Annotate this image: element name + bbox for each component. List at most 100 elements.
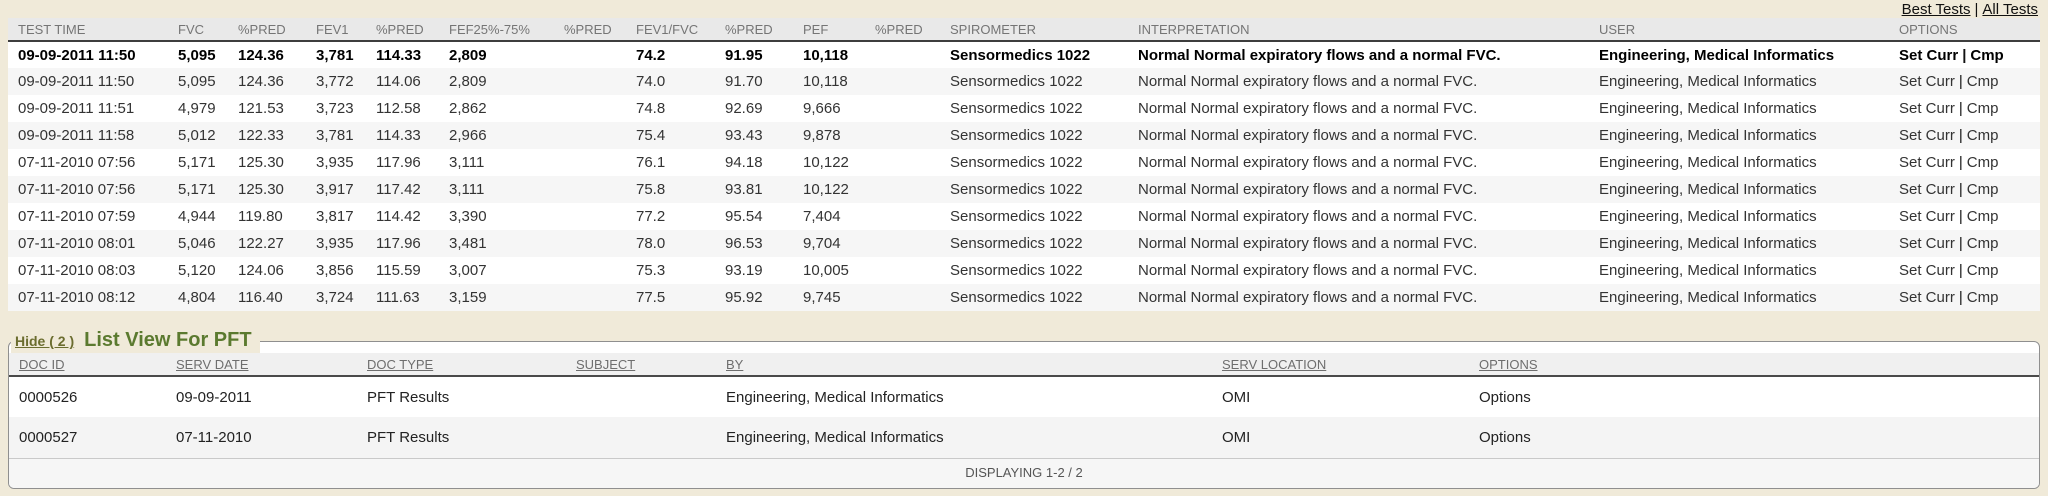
cell-fev1-fvc-pred: 93.81	[715, 176, 793, 203]
cmp-link[interactable]: Cmp	[1967, 154, 1999, 171]
doc-column-sort-link[interactable]: SERV LOCATION	[1222, 357, 1326, 372]
cell-pef: 9,745	[793, 284, 865, 311]
set-curr-link[interactable]: Set Curr	[1899, 47, 1958, 64]
cell-interpretation: Normal Normal expiratory flows and a nor…	[1128, 95, 1589, 122]
cell-fev1-pred: 117.96	[366, 230, 439, 257]
cmp-link[interactable]: Cmp	[1967, 235, 1999, 252]
cell-test-time: 09-09-2011 11:50	[8, 68, 168, 95]
cell-fev1-fvc-pred: 96.53	[715, 230, 793, 257]
set-curr-link[interactable]: Set Curr	[1899, 262, 1955, 279]
doc-column-sort-link[interactable]: OPTIONS	[1479, 357, 1538, 372]
cell-fev1-pred: 117.96	[366, 149, 439, 176]
cell-by: Engineering, Medical Informatics	[716, 376, 1212, 417]
cmp-link[interactable]: Cmp	[1967, 100, 1999, 117]
cell-doc-id: 0000527	[9, 417, 166, 458]
cell-fev1: 3,781	[306, 122, 366, 149]
cell-options: Set Curr|Cmp	[1889, 284, 2040, 311]
cell-fef25-75: 2,966	[439, 122, 554, 149]
cell-user: Engineering, Medical Informatics	[1589, 149, 1889, 176]
doc-options-link[interactable]: Options	[1479, 389, 1531, 406]
cell-pef-pred	[865, 284, 940, 311]
cell-options: Set Curr|Cmp	[1889, 122, 2040, 149]
cell-pef: 10,122	[793, 149, 865, 176]
cell-fef25-75: 3,390	[439, 203, 554, 230]
doc-column-sort-link[interactable]: DOC ID	[19, 357, 65, 372]
all-tests-link[interactable]: All Tests	[1982, 1, 2038, 18]
doc-column-sort-link[interactable]: BY	[726, 357, 743, 372]
cell-fev1-fvc-pred: 92.69	[715, 95, 793, 122]
cell-pef: 9,666	[793, 95, 865, 122]
cell-fev1-pred: 117.42	[366, 176, 439, 203]
cmp-link[interactable]: Cmp	[1970, 47, 2003, 64]
cell-fvc-pred: 124.06	[228, 257, 306, 284]
cell-subject	[566, 376, 716, 417]
cmp-link[interactable]: Cmp	[1967, 208, 1999, 225]
set-curr-link[interactable]: Set Curr	[1899, 181, 1955, 198]
pft-column-header: %PRED	[554, 18, 626, 41]
doc-options-link[interactable]: Options	[1479, 429, 1531, 446]
cell-pef-pred	[865, 95, 940, 122]
cell-fev1-fvc-pred: 93.19	[715, 257, 793, 284]
pft-column-header: %PRED	[366, 18, 439, 41]
cell-pef: 9,878	[793, 122, 865, 149]
doc-column-sort-link[interactable]: SUBJECT	[576, 357, 635, 372]
cell-test-time: 07-11-2010 08:01	[8, 230, 168, 257]
cell-fvc: 5,171	[168, 176, 228, 203]
cell-fev1-fvc-pred: 93.43	[715, 122, 793, 149]
doc-column-header: DOC ID	[9, 353, 166, 376]
cell-user: Engineering, Medical Informatics	[1589, 230, 1889, 257]
pft-table-body: 09-09-2011 11:50 5,095 124.36 3,781 114.…	[8, 41, 2040, 311]
cell-fev1-pred: 114.33	[366, 41, 439, 68]
cmp-link[interactable]: Cmp	[1967, 262, 1999, 279]
cell-pef: 10,118	[793, 41, 865, 68]
cell-doc-type: PFT Results	[357, 376, 566, 417]
set-curr-link[interactable]: Set Curr	[1899, 127, 1955, 144]
pft-table-header: TEST TIMEFVC%PREDFEV1%PREDFEF25%-75%%PRE…	[8, 18, 2040, 41]
cell-fvc: 5,171	[168, 149, 228, 176]
pft-column-header: FEF25%-75%	[439, 18, 554, 41]
cmp-link[interactable]: Cmp	[1967, 181, 1999, 198]
hide-link[interactable]: Hide ( 2 )	[15, 333, 74, 349]
pft-column-header: FEV1/FVC	[626, 18, 715, 41]
cell-fef-pred	[554, 41, 626, 68]
cell-fvc-pred: 116.40	[228, 284, 306, 311]
cell-interpretation: Normal Normal expiratory flows and a nor…	[1128, 41, 1589, 68]
cell-fev1: 3,724	[306, 284, 366, 311]
cell-options: Set Curr|Cmp	[1889, 95, 2040, 122]
cell-pef: 10,122	[793, 176, 865, 203]
cell-fev1-pred: 115.59	[366, 257, 439, 284]
set-curr-link[interactable]: Set Curr	[1899, 289, 1955, 306]
set-curr-link[interactable]: Set Curr	[1899, 73, 1955, 90]
cell-fev1-fvc: 76.1	[626, 149, 715, 176]
set-curr-link[interactable]: Set Curr	[1899, 154, 1955, 171]
cell-fev1-fvc: 77.2	[626, 203, 715, 230]
cell-test-time: 07-11-2010 07:56	[8, 176, 168, 203]
options-separator: |	[1955, 208, 1967, 225]
cell-fvc: 5,046	[168, 230, 228, 257]
doc-column-sort-link[interactable]: DOC TYPE	[367, 357, 433, 372]
best-tests-link[interactable]: Best Tests	[1902, 1, 1971, 18]
cell-fef-pred	[554, 230, 626, 257]
doc-column-header: DOC TYPE	[357, 353, 566, 376]
cell-fef25-75: 3,481	[439, 230, 554, 257]
cell-fev1-pred: 112.58	[366, 95, 439, 122]
cmp-link[interactable]: Cmp	[1967, 73, 1999, 90]
cell-fev1: 3,781	[306, 41, 366, 68]
cell-pef-pred	[865, 122, 940, 149]
set-curr-link[interactable]: Set Curr	[1899, 100, 1955, 117]
cell-fef25-75: 3,159	[439, 284, 554, 311]
set-curr-link[interactable]: Set Curr	[1899, 235, 1955, 252]
options-separator: |	[1955, 235, 1967, 252]
cell-fef-pred	[554, 149, 626, 176]
cell-fvc-pred: 122.27	[228, 230, 306, 257]
cell-fvc: 5,012	[168, 122, 228, 149]
cell-fev1: 3,723	[306, 95, 366, 122]
cmp-link[interactable]: Cmp	[1967, 127, 1999, 144]
set-curr-link[interactable]: Set Curr	[1899, 208, 1955, 225]
cell-interpretation: Normal Normal expiratory flows and a nor…	[1128, 176, 1589, 203]
options-separator: |	[1955, 289, 1967, 306]
cell-test-time: 07-11-2010 08:03	[8, 257, 168, 284]
doc-column-sort-link[interactable]: SERV DATE	[176, 357, 248, 372]
cmp-link[interactable]: Cmp	[1967, 289, 1999, 306]
cell-user: Engineering, Medical Informatics	[1589, 284, 1889, 311]
